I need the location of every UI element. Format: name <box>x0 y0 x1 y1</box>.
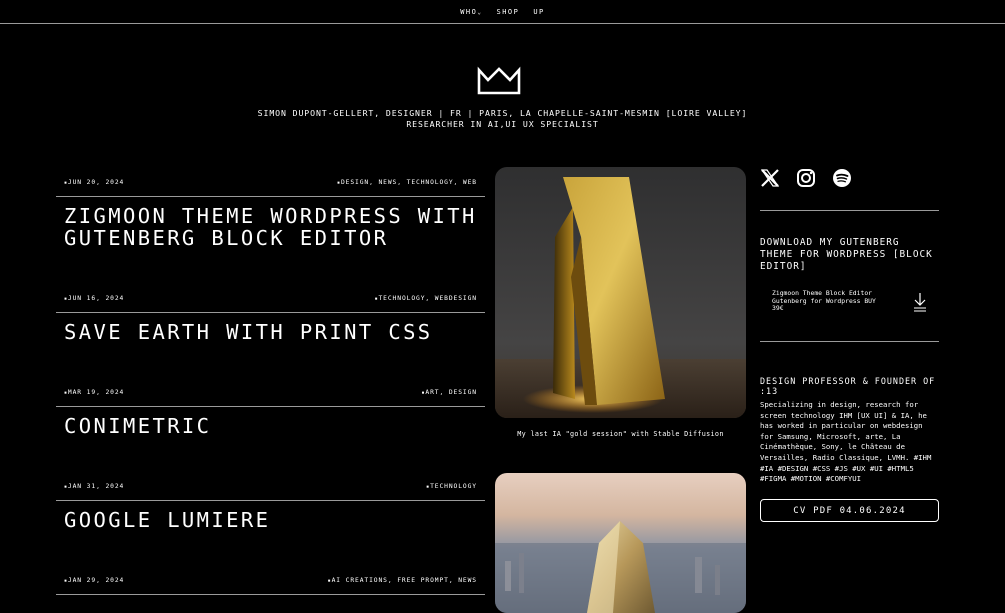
post-title-line2[interactable]: GUTENBERG BLOCK EDITOR <box>64 226 388 250</box>
post-meta: JAN 31, 2024 TECHNOLOGY <box>56 480 485 501</box>
professor-title: DESIGN PROFESSOR & FOUNDER OF :13 <box>760 376 936 396</box>
nav-up[interactable]: UP <box>533 8 544 16</box>
post-item: MAR 19, 2024 ART, DESIGN CONIMETRIC <box>56 386 485 437</box>
post-title-line1[interactable]: SAVE EARTH WITH PRINT CSS <box>64 320 433 344</box>
x-icon[interactable] <box>760 168 780 188</box>
nav-shop[interactable]: SHOP <box>496 8 519 16</box>
download-description[interactable]: Zigmoon Theme Block Editor Gutenberg for… <box>772 289 902 313</box>
post-title[interactable]: SAVE EARTH WITH PRINT CSS <box>56 313 485 343</box>
crystal-city-illustration <box>495 473 746 613</box>
site-tagline: SIMON DUPONT-GELLERT, DESIGNER | FR | PA… <box>0 108 1005 130</box>
bio-text: Specializing in design, research for scr… <box>760 400 932 484</box>
post-item: JAN 31, 2024 TECHNOLOGY GOOGLE LUMIERE <box>56 480 485 531</box>
post-date: JAN 29, 2024 <box>64 577 124 584</box>
post-title-line1[interactable]: GOOGLE LUMIERE <box>64 508 270 532</box>
download-title: DOWNLOAD MY GUTENBERG THEME FOR WORDPRES… <box>760 237 933 272</box>
post-date: JUN 20, 2024 <box>64 179 124 186</box>
post-tags[interactable]: ART, DESIGN <box>421 389 477 396</box>
cv-pdf-button[interactable]: CV PDF 04.06.2024 <box>760 499 939 522</box>
download-line2: Gutenberg for Wordpress BUY <box>772 296 876 305</box>
social-links <box>760 168 852 188</box>
tagline-line2: RESEARCHER IN AI,UI UX SPECIALIST <box>406 119 599 129</box>
nav-who-label: WHO <box>460 7 478 16</box>
divider <box>760 341 939 342</box>
top-nav: WHO⌄ SHOP UP <box>0 0 1005 24</box>
post-title-line1[interactable]: CONIMETRIC <box>64 414 211 438</box>
download-icon[interactable] <box>912 292 928 312</box>
chevron-down-icon: ⌄ <box>477 8 483 16</box>
gold-monolith-image[interactable] <box>495 167 746 418</box>
gold-monolith-illustration <box>495 167 746 418</box>
nav-who[interactable]: WHO⌄ <box>460 8 482 16</box>
crown-icon[interactable] <box>476 66 522 96</box>
post-date: JAN 31, 2024 <box>64 483 124 490</box>
post-item: JUN 16, 2024 TECHNOLOGY, WEBDESIGN SAVE … <box>56 292 485 343</box>
post-meta: JUN 16, 2024 TECHNOLOGY, WEBDESIGN <box>56 292 485 313</box>
post-meta: JAN 29, 2024 AI CREATIONS, FREE PROMPT, … <box>56 574 485 595</box>
post-tags[interactable]: TECHNOLOGY <box>426 483 477 490</box>
post-title[interactable]: CONIMETRIC <box>56 407 485 437</box>
post-title[interactable]: GOOGLE LUMIERE <box>56 501 485 531</box>
image-caption: My last IA "gold session" with Stable Di… <box>517 430 724 438</box>
post-item: JUN 20, 2024 DESIGN, NEWS, TECHNOLOGY, W… <box>56 176 485 249</box>
post-tags[interactable]: DESIGN, NEWS, TECHNOLOGY, WEB <box>337 179 477 186</box>
post-title-line1[interactable]: ZIGMOON THEME WORDPRESS WITH <box>64 204 477 228</box>
spotify-icon[interactable] <box>832 168 852 188</box>
post-item: JAN 29, 2024 AI CREATIONS, FREE PROMPT, … <box>56 574 485 595</box>
tagline-line1: SIMON DUPONT-GELLERT, DESIGNER | FR | PA… <box>257 108 748 118</box>
post-date: MAR 19, 2024 <box>64 389 124 396</box>
post-tags[interactable]: AI CREATIONS, FREE PROMPT, NEWS <box>328 577 477 584</box>
post-meta: MAR 19, 2024 ART, DESIGN <box>56 386 485 407</box>
post-title[interactable]: ZIGMOON THEME WORDPRESS WITH GUTENBERG BL… <box>56 197 485 249</box>
post-tags[interactable]: TECHNOLOGY, WEBDESIGN <box>375 295 477 302</box>
crystal-city-image[interactable] <box>495 473 746 613</box>
download-line3: 39€ <box>772 304 784 313</box>
post-date: JUN 16, 2024 <box>64 295 124 302</box>
post-meta: JUN 20, 2024 DESIGN, NEWS, TECHNOLOGY, W… <box>56 176 485 197</box>
instagram-icon[interactable] <box>796 168 816 188</box>
divider <box>760 210 939 211</box>
